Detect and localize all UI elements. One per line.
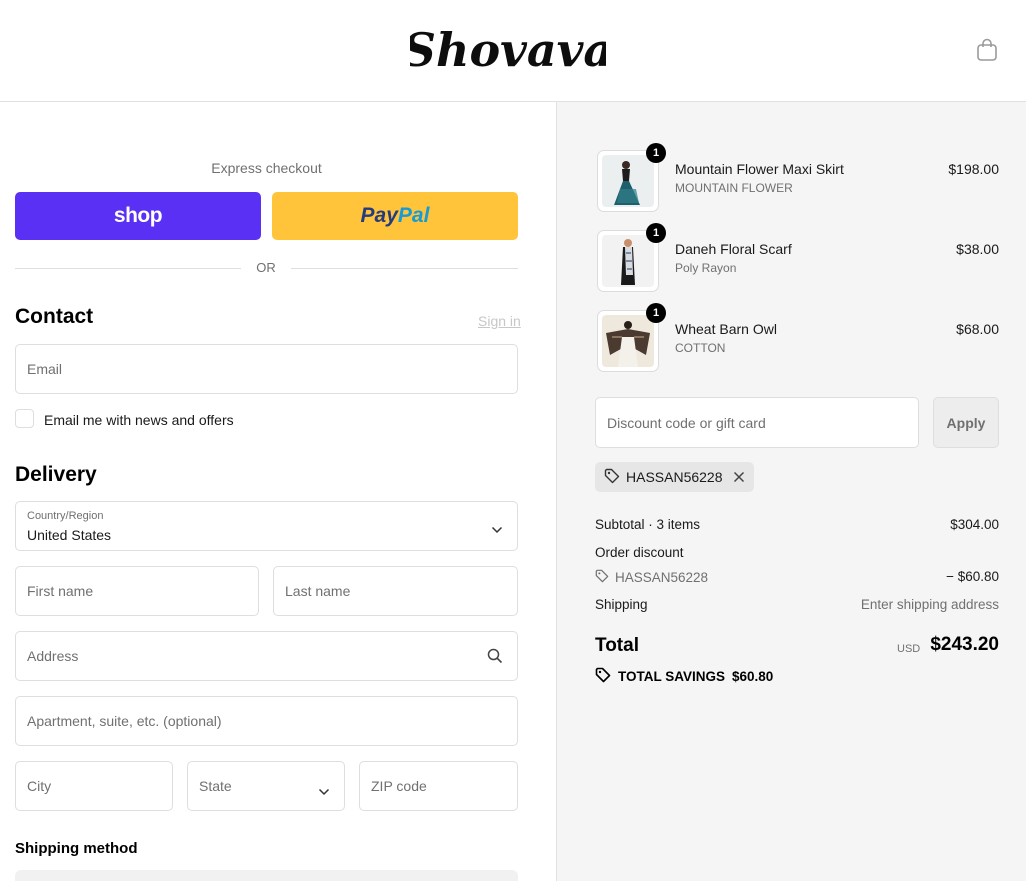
address-placeholder: Address bbox=[27, 648, 79, 664]
total-value: $243.20 bbox=[930, 634, 999, 655]
shipping-row: Shipping Enter shipping address bbox=[595, 597, 999, 612]
shop-pay-button[interactable]: shop bbox=[15, 192, 261, 240]
discount-value: − $60.80 bbox=[946, 569, 999, 584]
city-field[interactable]: City bbox=[15, 761, 173, 811]
tag-icon bbox=[604, 468, 620, 487]
contact-heading: Contact bbox=[15, 305, 94, 328]
discount-placeholder: Discount code or gift card bbox=[607, 415, 766, 431]
order-summary-panel: 1 Mountain Flower Maxi Skirt MOUNTAIN FL… bbox=[557, 102, 1026, 881]
line-item: 1 Mountain Flower Maxi Skirt MOUNTAIN FL… bbox=[597, 143, 999, 212]
or-label: OR bbox=[256, 260, 276, 275]
state-select[interactable]: State bbox=[187, 761, 345, 811]
order-discount-row: Order discount bbox=[595, 545, 999, 560]
email-field[interactable]: Email bbox=[15, 344, 518, 394]
store-logo[interactable]: Shovava bbox=[403, 16, 613, 84]
last-name-placeholder: Last name bbox=[285, 583, 351, 599]
subtotal-row: Subtotal · 3 items $304.00 bbox=[595, 517, 999, 532]
discount-code-row: HASSAN56228 − $60.80 bbox=[595, 569, 999, 586]
applied-discount-chip: HASSAN56228 bbox=[595, 462, 754, 492]
express-checkout-label: Express checkout bbox=[211, 160, 322, 176]
item-variant: Poly Rayon bbox=[675, 261, 737, 275]
item-price: $68.00 bbox=[956, 321, 999, 337]
line-item: 1 Wheat Barn Owl COTTON $68.00 bbox=[597, 303, 999, 372]
shipping-method-heading: Shipping method bbox=[15, 840, 138, 857]
chevron-down-icon bbox=[491, 521, 503, 537]
zip-field[interactable]: ZIP code bbox=[359, 761, 518, 811]
subtotal-label: Subtotal · 3 items bbox=[595, 517, 701, 532]
apply-discount-button[interactable]: Apply bbox=[933, 397, 999, 448]
divider-line bbox=[15, 268, 241, 269]
zip-placeholder: ZIP code bbox=[371, 778, 427, 794]
country-select[interactable]: Country/Region United States bbox=[15, 501, 518, 551]
logo-wordmark: Shovava bbox=[403, 23, 613, 77]
header: Shovava bbox=[0, 0, 1026, 102]
total-currency: USD bbox=[897, 643, 921, 655]
shopping-bag-icon bbox=[977, 38, 997, 61]
svg-text:Shovava: Shovava bbox=[410, 23, 606, 77]
savings-label: TOTAL SAVINGS bbox=[618, 669, 726, 684]
quantity-badge: 1 bbox=[646, 143, 666, 163]
item-price: $198.00 bbox=[948, 161, 999, 177]
divider-line bbox=[291, 268, 518, 269]
city-placeholder: City bbox=[27, 778, 52, 794]
savings-value: $60.80 bbox=[732, 669, 774, 684]
shipping-label: Shipping bbox=[595, 597, 648, 612]
state-placeholder: State bbox=[199, 778, 232, 794]
total-savings: TOTAL SAVINGS $60.80 bbox=[595, 667, 773, 686]
line-item: 1 Daneh Floral Scarf Poly Rayon $38.00 bbox=[597, 223, 999, 292]
applied-code-label: HASSAN56228 bbox=[626, 469, 723, 485]
chevron-down-icon bbox=[318, 783, 330, 799]
email-placeholder: Email bbox=[27, 361, 63, 377]
newsletter-label[interactable]: Email me with news and offers bbox=[44, 412, 234, 428]
first-name-placeholder: First name bbox=[27, 583, 94, 599]
item-name: Daneh Floral Scarf bbox=[675, 241, 792, 257]
paypal-button[interactable]: Pay Pal bbox=[272, 192, 518, 240]
total-label: Total bbox=[595, 635, 639, 656]
paypal-label-part1: Pay bbox=[360, 204, 398, 227]
product-image bbox=[602, 315, 654, 367]
checkout-form-panel: Express checkout shop Pay Pal OR Contact … bbox=[0, 102, 557, 881]
product-image bbox=[602, 235, 654, 287]
quantity-badge: 1 bbox=[646, 303, 666, 323]
product-thumbnail: 1 bbox=[597, 303, 666, 372]
search-icon[interactable] bbox=[487, 648, 503, 667]
shop-pay-label: shop bbox=[113, 204, 163, 227]
apartment-placeholder: Apartment, suite, etc. (optional) bbox=[27, 713, 222, 729]
country-value: United States bbox=[27, 527, 112, 543]
product-thumbnail: 1 bbox=[597, 143, 666, 212]
item-variant: MOUNTAIN FLOWER bbox=[675, 181, 793, 195]
item-name: Mountain Flower Maxi Skirt bbox=[675, 161, 844, 177]
first-name-field[interactable]: First name bbox=[15, 566, 259, 616]
shipping-value: Enter shipping address bbox=[860, 597, 999, 612]
country-label: Country/Region bbox=[27, 510, 104, 522]
product-image bbox=[602, 155, 654, 207]
cart-button[interactable] bbox=[974, 37, 1000, 63]
order-discount-label: Order discount bbox=[595, 545, 684, 560]
item-variant: COTTON bbox=[675, 341, 726, 355]
subtotal-value: $304.00 bbox=[950, 517, 999, 532]
product-thumbnail: 1 bbox=[597, 223, 666, 292]
item-name: Wheat Barn Owl bbox=[675, 321, 777, 337]
tag-icon bbox=[595, 667, 611, 686]
tag-icon bbox=[595, 569, 609, 586]
quantity-badge: 1 bbox=[646, 223, 666, 243]
newsletter-checkbox[interactable] bbox=[15, 409, 34, 428]
delivery-heading: Delivery bbox=[15, 463, 97, 486]
or-divider: OR bbox=[15, 259, 518, 277]
discount-code-line: HASSAN56228 bbox=[595, 569, 999, 586]
remove-discount-close-icon[interactable] bbox=[733, 471, 745, 483]
item-price: $38.00 bbox=[956, 241, 999, 257]
sign-in-link[interactable]: Sign in bbox=[478, 313, 521, 329]
shipping-method-box bbox=[15, 870, 518, 881]
discount-code-input[interactable]: Discount code or gift card bbox=[595, 397, 919, 448]
address-field[interactable]: Address bbox=[15, 631, 518, 681]
discount-code-text: HASSAN56228 bbox=[615, 570, 709, 585]
paypal-label-part2: Pal bbox=[397, 204, 430, 227]
apartment-field[interactable]: Apartment, suite, etc. (optional) bbox=[15, 696, 518, 746]
apply-label: Apply bbox=[946, 414, 986, 431]
last-name-field[interactable]: Last name bbox=[273, 566, 518, 616]
